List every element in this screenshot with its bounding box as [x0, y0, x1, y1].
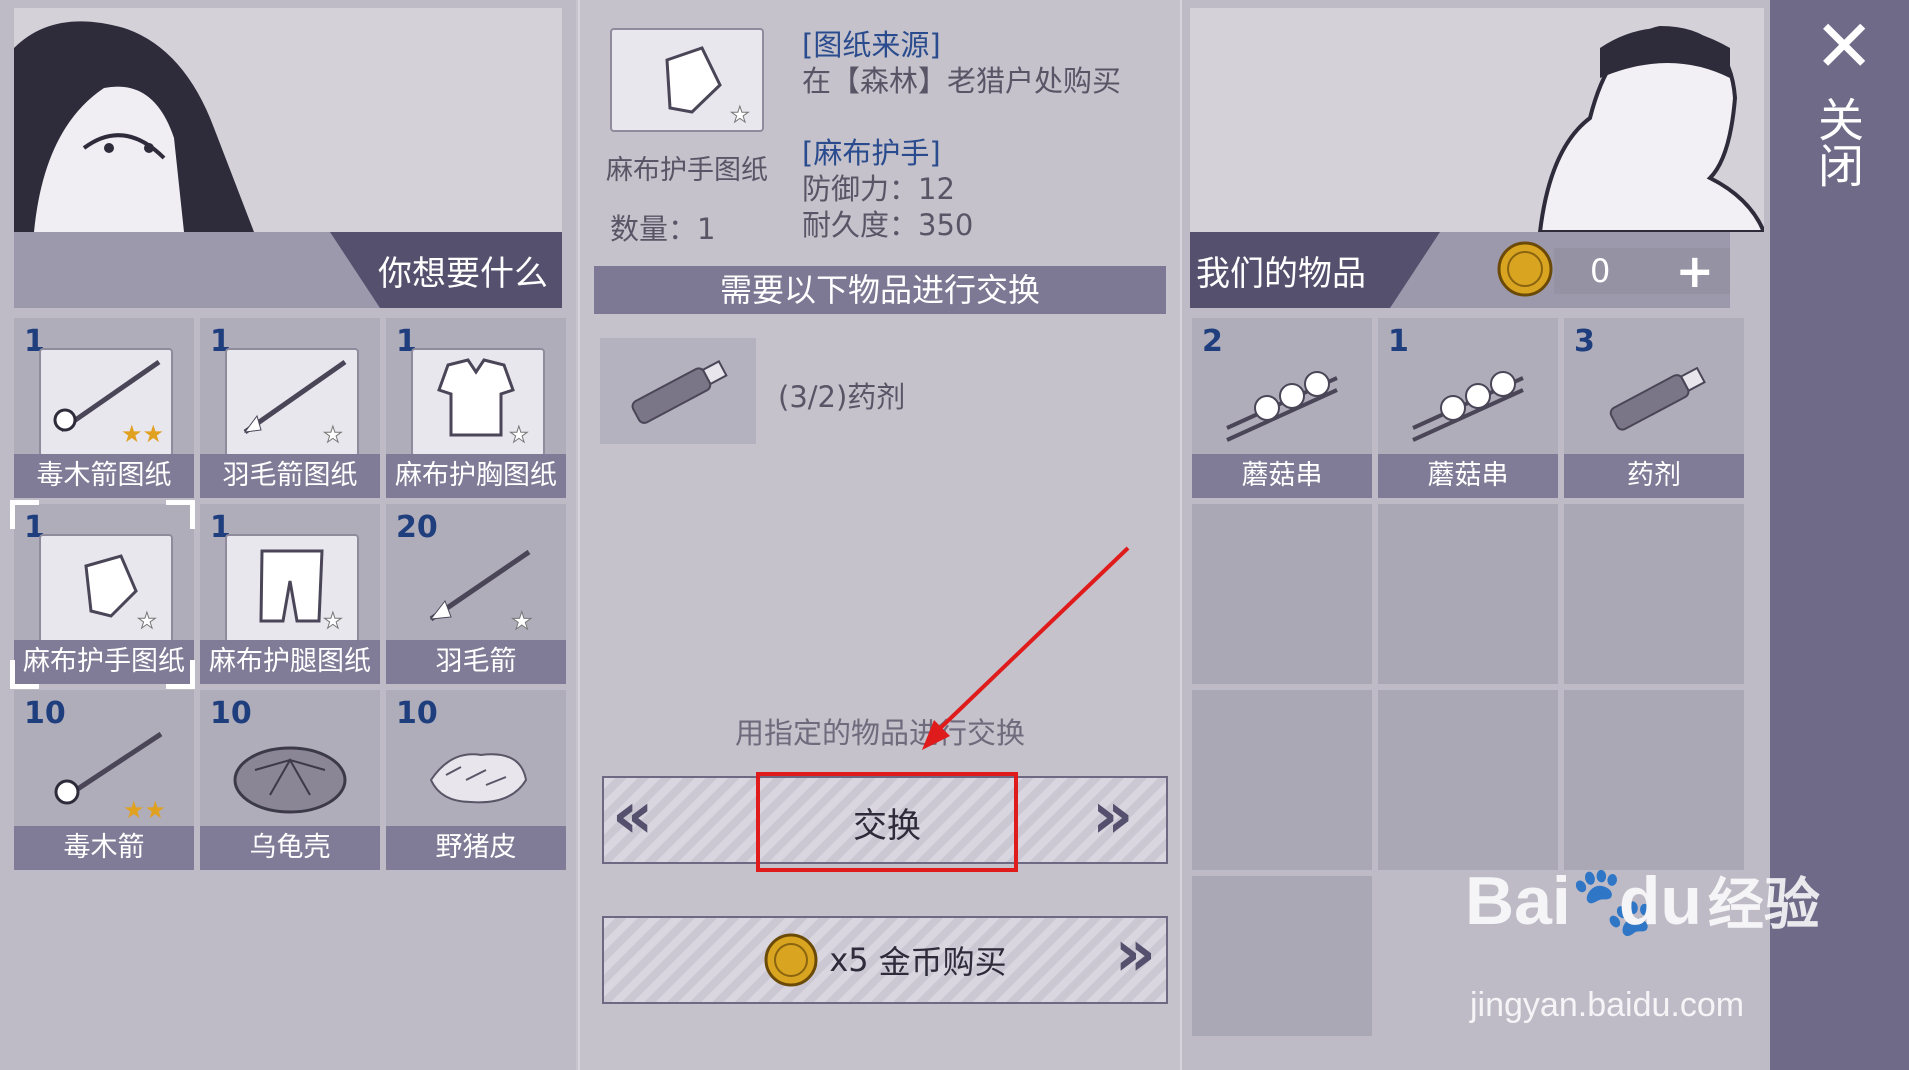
feather-arrow-icon: ★ — [411, 534, 541, 639]
buy-arrow: » — [1114, 917, 1156, 991]
inventory-slot-empty[interactable] — [1564, 504, 1744, 684]
turtle-shell-icon — [225, 720, 355, 825]
mushroom-skewer-icon — [1403, 348, 1533, 453]
svg-text:★: ★ — [323, 423, 343, 448]
svg-text:★★: ★★ — [121, 420, 164, 448]
poison-arrow-icon: ★★ — [39, 720, 169, 825]
chief-portrait — [14, 8, 562, 232]
selection-corner — [10, 500, 39, 529]
paw-icon: 🐾 — [1570, 863, 1656, 939]
poison-arrow-blueprint-icon: ★★ — [39, 348, 173, 457]
mushroom-skewer-icon — [1217, 348, 1347, 453]
svg-text:★: ★ — [509, 423, 529, 448]
item-label: 毒木箭 — [14, 826, 194, 870]
selection-corner — [10, 660, 39, 689]
item-label: 蘑菇串 — [1192, 454, 1372, 498]
item-slot-cloth-chest-blueprint[interactable]: 1 ★ 麻布护胸图纸 — [386, 318, 566, 498]
inventory-slot-empty[interactable] — [1564, 690, 1744, 870]
hunter-portrait-art — [1190, 8, 1764, 232]
add-coins-button[interactable]: + — [1675, 248, 1714, 294]
close-label[interactable]: 关闭 — [1811, 96, 1865, 188]
coin-balance-box: 0 + — [1554, 248, 1730, 294]
feather-arrow-blueprint-icon: ★ — [225, 348, 359, 457]
item-label: 蘑菇串 — [1378, 454, 1558, 498]
watermark-brand2: du — [1618, 863, 1702, 939]
svg-text:★★: ★★ — [123, 796, 166, 824]
hunter-portrait — [1190, 8, 1764, 232]
inventory-slot-empty[interactable] — [1378, 690, 1558, 870]
svg-text:★: ★ — [511, 607, 533, 635]
gold-coin-icon — [1497, 241, 1553, 297]
watermark-cn: 经验 — [1707, 873, 1820, 936]
item-name: 麻布护手图纸 — [606, 155, 768, 186]
inventory-slot-empty[interactable] — [1192, 876, 1372, 1036]
item-label: 麻布护腿图纸 — [200, 640, 380, 684]
wants-header-label: 你想要什么 — [378, 253, 548, 294]
buy-multiplier: x5 — [829, 941, 869, 979]
svg-text:★: ★ — [137, 609, 157, 634]
svg-text:★: ★ — [323, 609, 343, 634]
our-items-header-label: 我们的物品 — [1196, 253, 1366, 294]
inventory-slot-empty[interactable] — [1378, 504, 1558, 684]
exchange-button-label: 交换 — [853, 805, 921, 846]
exchange-header: 需要以下物品进行交换 — [594, 266, 1166, 314]
buy-label: 金币购买 — [878, 943, 1007, 981]
cloth-chest-blueprint-icon: ★ — [411, 348, 545, 457]
potion-icon — [1589, 348, 1719, 453]
selection-corner — [166, 500, 195, 529]
item-quantity: 数量：1 — [610, 212, 716, 246]
item-label: 药剂 — [1564, 454, 1744, 498]
trade-detail-panel: ★ 麻布护手图纸 数量：1 [图纸来源] 在【森林】老猎户处购买 [麻布护手] … — [578, 0, 1182, 1070]
prev-arrow-button[interactable]: « — [612, 784, 672, 848]
potion-icon — [631, 359, 728, 424]
chief-portrait-art — [14, 8, 562, 232]
inventory-slot-empty[interactable] — [1192, 504, 1372, 684]
item-slot-feather-arrow[interactable]: 20 ★ 羽毛箭 — [386, 504, 566, 684]
source-text: 在【森林】老猎户处购买 — [802, 64, 1122, 98]
coin-balance: 0 — [1590, 252, 1611, 290]
item-slot-boar-hide[interactable]: 10 野猪皮 — [386, 690, 566, 870]
inventory-slot-mushroom-skewer[interactable]: 2 蘑菇串 — [1192, 318, 1372, 498]
item-label: 毒木箭图纸 — [14, 454, 194, 498]
item-slot-cloth-glove-blueprint[interactable]: 1 ★ 麻布护手图纸 — [14, 504, 194, 684]
wants-panel: 你想要什么 1 ★★ 毒木箭图纸 1 ★ 羽毛箭图纸 1 ★ 麻布护胸图纸 1 … — [0, 0, 576, 1070]
item-label: 羽毛箭 — [386, 640, 566, 684]
cloth-leg-blueprint-icon: ★ — [225, 534, 359, 643]
watermark-url: jingyan.baidu.com — [1470, 986, 1745, 1024]
item-label: 麻布护胸图纸 — [386, 454, 566, 498]
required-item-label: (3/2)药剂 — [778, 380, 906, 414]
item-slot-turtle-shell[interactable]: 10 乌龟壳 — [200, 690, 380, 870]
item-label: 野猪皮 — [386, 826, 566, 870]
watermark-brand: Bai — [1465, 863, 1571, 939]
buy-with-gold-button[interactable]: x5 金币购买 » — [602, 916, 1168, 1004]
durability-stat: 耐久度：350 — [802, 208, 974, 242]
watermark-logo: Bai🐾du 经验 — [1465, 860, 1820, 941]
inventory-slot-potion[interactable]: 3 药剂 — [1564, 318, 1744, 498]
exchange-button[interactable]: 交换 — [756, 772, 1018, 872]
gold-coin-icon — [764, 933, 818, 987]
item-slot-poison-arrow-blueprint[interactable]: 1 ★★ 毒木箭图纸 — [14, 318, 194, 498]
next-arrow-button[interactable]: » — [1092, 784, 1152, 848]
inventory-slot-mushroom-skewer[interactable]: 1 蘑菇串 — [1378, 318, 1558, 498]
item-label: 羽毛箭图纸 — [200, 454, 380, 498]
selection-corner — [166, 660, 195, 689]
svg-text:★: ★ — [730, 103, 750, 128]
close-icon[interactable]: ✕ — [1814, 10, 1874, 82]
item-slot-feather-arrow-blueprint[interactable]: 1 ★ 羽毛箭图纸 — [200, 318, 380, 498]
cloth-glove-blueprint-icon: ★ — [39, 534, 173, 643]
item-slot-cloth-leg-blueprint[interactable]: 1 ★ 麻布护腿图纸 — [200, 504, 380, 684]
annotation-arrow — [922, 546, 1130, 750]
required-item-slot[interactable] — [600, 338, 756, 444]
boar-hide-icon — [411, 720, 541, 825]
item-label: 乌龟壳 — [200, 826, 380, 870]
glove-blueprint-icon: ★ — [610, 28, 764, 132]
inventory-slot-empty[interactable] — [1192, 690, 1372, 870]
item-slot-poison-arrow[interactable]: 10 ★★ 毒木箭 — [14, 690, 194, 870]
